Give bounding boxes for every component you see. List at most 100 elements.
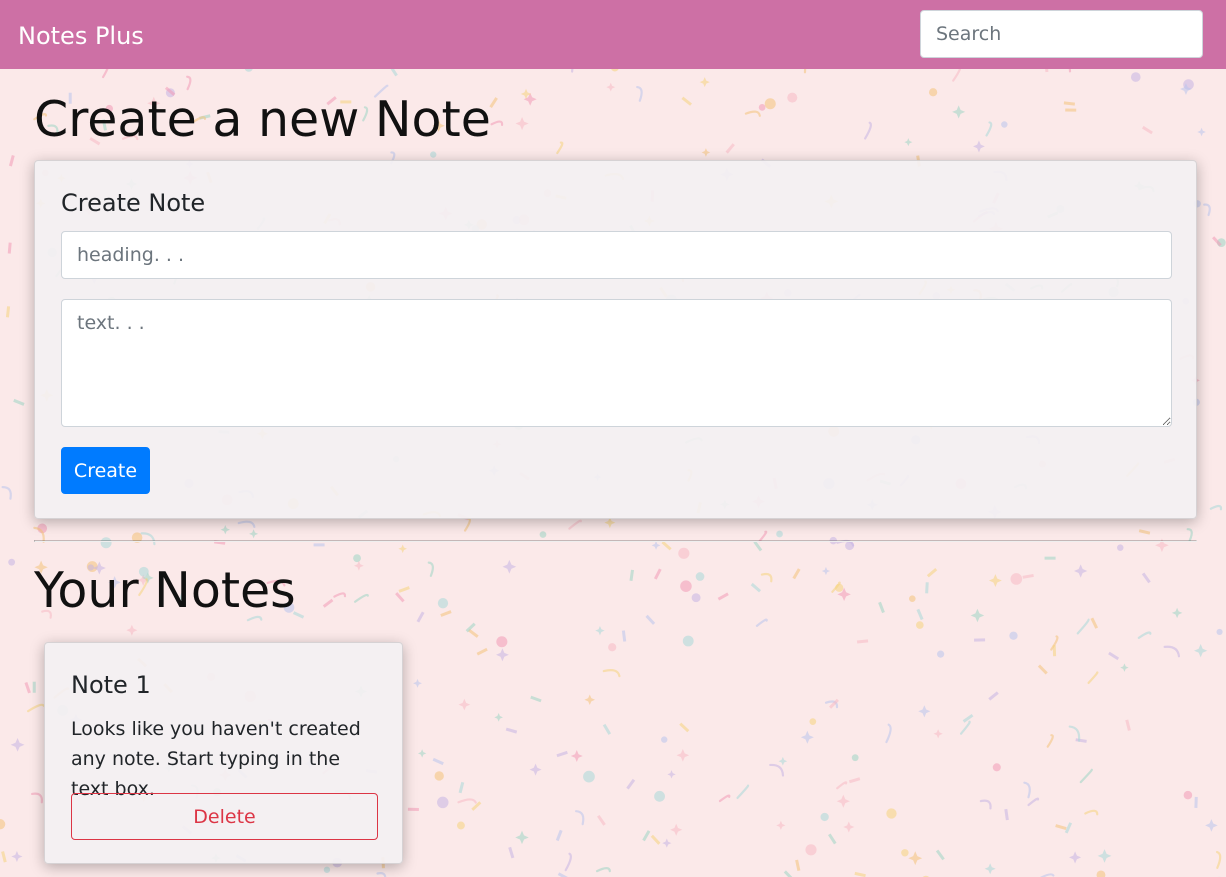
brand-logo[interactable]: Notes Plus xyxy=(18,20,144,52)
confetti-piece xyxy=(556,750,568,758)
confetti-piece xyxy=(952,105,966,119)
confetti-piece xyxy=(753,540,763,552)
confetti-piece xyxy=(661,736,668,743)
confetti-piece xyxy=(851,754,859,762)
note-heading-input[interactable] xyxy=(61,231,1172,279)
confetti-piece xyxy=(691,593,701,603)
confetti-piece xyxy=(925,582,929,594)
confetti-piece xyxy=(992,763,1001,772)
confetti-piece xyxy=(1010,573,1023,585)
confetti-piece xyxy=(1044,556,1056,560)
confetti-piece xyxy=(557,872,569,877)
confetti-piece xyxy=(413,678,422,688)
create-button[interactable]: Create xyxy=(61,447,150,494)
confetti-piece xyxy=(1090,617,1099,629)
confetti-piece xyxy=(568,519,582,530)
confetti-piece xyxy=(750,582,762,593)
confetti-piece xyxy=(836,794,850,808)
confetti-piece xyxy=(885,723,892,744)
confetti-piece xyxy=(1055,824,1067,831)
confetti-piece xyxy=(1183,790,1193,800)
confetti-piece xyxy=(681,96,692,106)
note-text-input[interactable] xyxy=(61,299,1172,427)
confetti-piece xyxy=(463,517,471,532)
confetti-piece xyxy=(1186,528,1193,542)
confetti-piece xyxy=(13,398,25,406)
confetti-piece xyxy=(1065,108,1077,112)
confetti-piece xyxy=(430,151,437,158)
confetti-piece xyxy=(0,819,6,830)
confetti-piece xyxy=(760,572,773,583)
confetti-piece xyxy=(575,810,585,826)
confetti-piece xyxy=(1120,663,1129,672)
confetti-piece xyxy=(476,647,488,656)
confetti-piece xyxy=(901,849,909,857)
confetti-piece xyxy=(30,792,43,804)
note-text: Looks like you haven't created any note.… xyxy=(71,718,361,800)
confetti-piece xyxy=(1197,127,1206,137)
confetti-piece xyxy=(432,757,444,766)
confetti-piece xyxy=(1097,849,1112,863)
confetti-piece xyxy=(795,859,801,871)
confetti-piece xyxy=(645,614,656,625)
confetti-piece xyxy=(651,540,661,550)
confetti-piece xyxy=(985,121,993,137)
confetti-piece xyxy=(1194,644,1208,658)
confetti-piece xyxy=(959,720,971,735)
confetti-piece xyxy=(776,820,786,830)
confetti-piece xyxy=(836,781,848,790)
confetti-piece xyxy=(654,790,665,802)
confetti-piece xyxy=(434,771,444,781)
confetti-piece xyxy=(1084,809,1099,816)
confetti-piece xyxy=(642,830,651,842)
confetti-piece xyxy=(1137,631,1152,639)
confetti-piece xyxy=(606,82,616,92)
confetti-piece xyxy=(322,598,334,608)
confetti-piece xyxy=(602,669,621,678)
confetti-piece xyxy=(502,559,517,574)
confetti-piece xyxy=(458,698,471,711)
confetti-piece xyxy=(1117,544,1124,551)
confetti-piece xyxy=(1079,768,1093,784)
delete-note-button[interactable]: Delete xyxy=(71,793,378,840)
confetti-piece xyxy=(5,306,11,318)
confetti-piece xyxy=(437,598,449,609)
confetti-piece xyxy=(736,784,750,800)
search-input[interactable] xyxy=(920,10,1203,58)
confetti-piece xyxy=(1009,631,1018,640)
confetti-piece xyxy=(437,796,449,809)
confetti-piece xyxy=(496,648,509,662)
confetti-piece xyxy=(918,705,931,718)
confetti-piece xyxy=(1046,734,1054,748)
confetti-piece xyxy=(667,770,676,779)
confetti-piece xyxy=(458,781,465,794)
confetti-piece xyxy=(778,756,788,766)
confetti-piece xyxy=(457,798,477,804)
confetti-piece xyxy=(758,103,766,111)
confetti-piece xyxy=(8,558,16,566)
confetti-piece xyxy=(988,691,999,701)
confetti-piece xyxy=(962,713,974,723)
confetti-piece xyxy=(1087,671,1099,685)
confetti-piece xyxy=(848,777,861,784)
confetti-piece xyxy=(1203,203,1211,217)
confetti-piece xyxy=(140,532,156,546)
confetti-piece xyxy=(249,529,259,539)
confetti-piece xyxy=(323,866,331,873)
confetti-piece xyxy=(904,138,913,147)
confetti-piece xyxy=(682,635,694,647)
confetti-piece xyxy=(376,872,387,877)
confetti-piece xyxy=(1205,819,1218,832)
confetti-piece xyxy=(769,763,785,777)
confetti-piece xyxy=(100,537,112,549)
confetti-piece xyxy=(886,808,897,819)
confetti-piece xyxy=(854,871,866,877)
confetti-piece xyxy=(653,568,662,580)
confetti-piece xyxy=(1130,72,1141,82)
confetti-piece xyxy=(505,727,518,734)
confetti-piece xyxy=(1075,738,1087,743)
confetti-piece xyxy=(843,821,855,833)
confetti-piece xyxy=(584,694,596,706)
confetti-piece xyxy=(678,547,690,559)
confetti-piece xyxy=(556,141,564,155)
